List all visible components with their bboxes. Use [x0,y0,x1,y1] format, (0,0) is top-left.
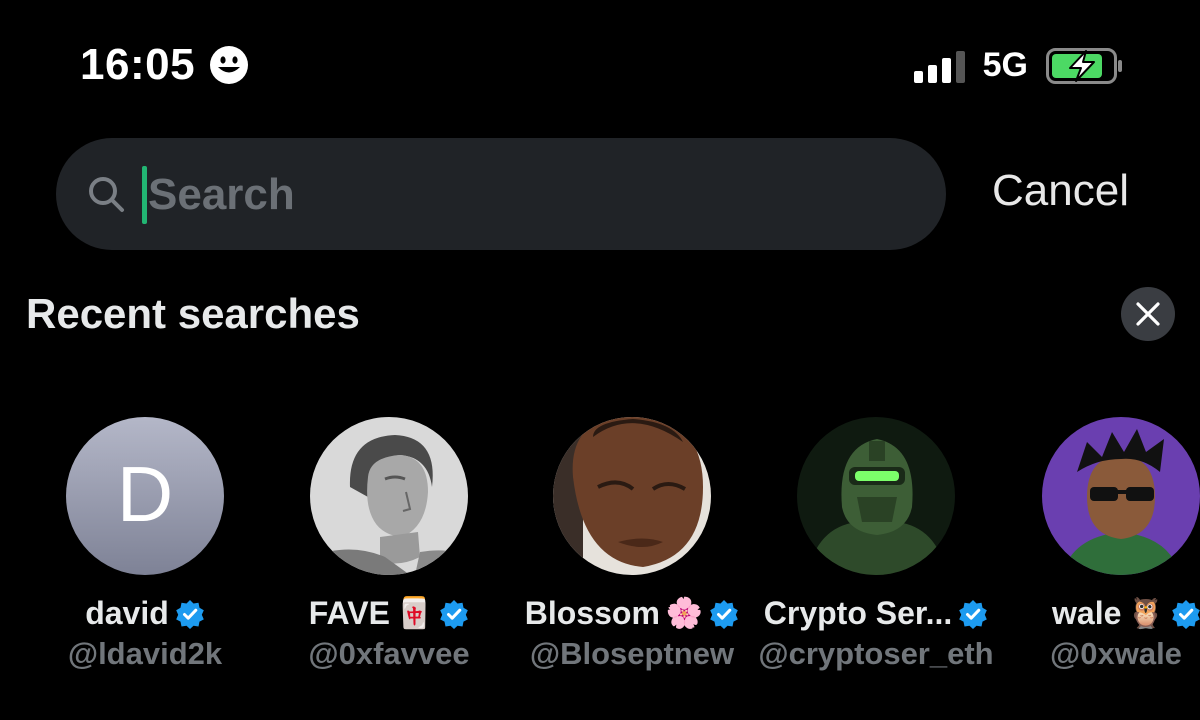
clock-text: 16:05 [80,40,196,89]
recent-searches-title: Recent searches [26,290,360,337]
recent-item[interactable]: D david @ldavid2k [25,415,265,672]
clear-recent-button[interactable] [1121,287,1175,341]
battery-charging-icon [1046,47,1122,84]
verified-badge-icon [959,599,988,629]
search-icon [89,177,124,212]
verified-badge-icon [1171,599,1200,629]
display-name: Blossom [524,595,660,631]
signal-icon [913,49,965,83]
avatar [1042,417,1200,575]
verified-badge-icon [710,599,739,629]
verified-badge-icon [440,599,469,629]
recent-item[interactable]: FAVE 🀄 @0xfavvee [269,415,509,672]
recent-item[interactable]: Crypto Ser... @cryptoser_eth [756,415,996,672]
username-handle: @0xfavvee [308,636,470,671]
close-icon [1136,302,1160,326]
username-handle: @Bloseptnew [529,636,735,671]
search-bar[interactable] [56,138,946,250]
recent-searches-list: D david @ldavid2k FAVE 🀄 @0xfavvee Bloss… [0,415,1200,695]
avatar [797,417,955,575]
name-emoji: 🌸 [665,597,704,630]
name-emoji: 🀄 [395,597,434,630]
status-indicators: 5G [913,46,1124,85]
username-handle: @0xwale [1050,636,1182,671]
status-time: 16:05 [80,40,249,90]
display-name: wale [1052,595,1122,631]
recent-item[interactable]: wale 🦉 @0xwale [1000,415,1200,672]
search-input[interactable] [146,158,910,232]
display-name: Crypto Ser... [763,595,953,631]
smiley-icon [210,46,249,84]
avatar: D [66,417,224,575]
avatar [553,417,711,575]
network-type: 5G [982,46,1028,84]
avatar-letter: D [117,450,173,538]
verified-badge-icon [175,599,204,629]
cancel-button[interactable]: Cancel [992,166,1129,216]
display-name: david [85,595,169,631]
username-handle: @ldavid2k [67,636,223,671]
display-name: FAVE [308,595,390,631]
username-handle: @cryptoser_eth [758,636,994,671]
name-emoji: 🦉 [1127,597,1165,630]
avatar [310,417,468,575]
recent-item[interactable]: Blossom 🌸 @Bloseptnew [512,415,752,672]
